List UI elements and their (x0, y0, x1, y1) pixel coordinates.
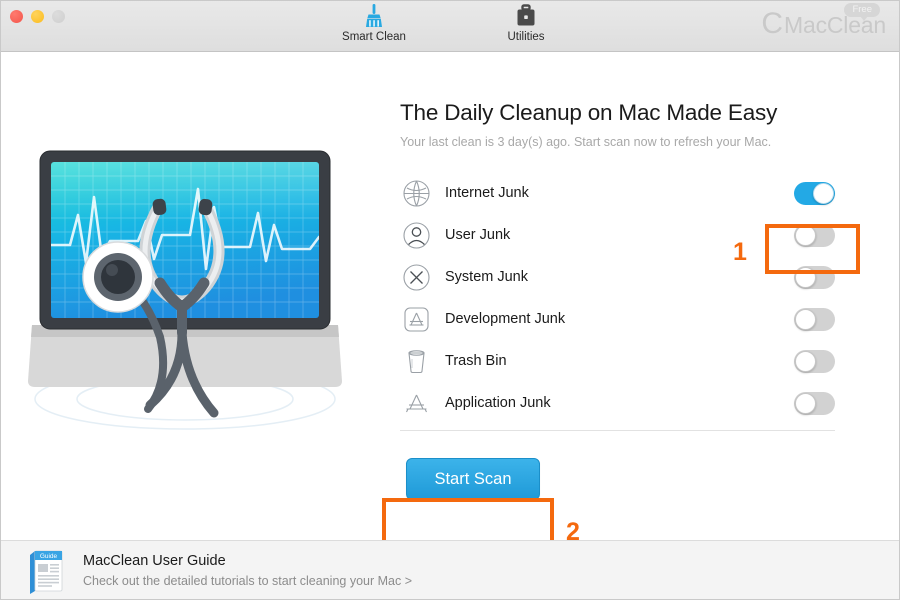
svg-text:Guide: Guide (40, 553, 58, 560)
user-junk-toggle[interactable] (794, 223, 835, 247)
user-icon (400, 220, 432, 250)
toolbar-item-label: Utilities (507, 31, 545, 43)
toggle-switch-off[interactable] (794, 223, 835, 247)
toggle-switch-off[interactable] (794, 265, 835, 289)
guide-subtitle: Check out the detailed tutorials to star… (83, 574, 412, 588)
application-junk-toggle[interactable] (794, 391, 835, 415)
toggle-switch-off[interactable] (794, 307, 835, 331)
start-scan-area: Start Scan (400, 458, 835, 500)
guide-title: MacClean User Guide (83, 553, 226, 569)
title-bar: Smart Clean Utilities C MacClean Free (0, 0, 900, 52)
trash-bin-toggle[interactable] (794, 349, 835, 373)
list-item-trash-bin[interactable]: Trash Bin (400, 340, 835, 382)
list-item-system-junk[interactable]: System Junk (400, 256, 835, 298)
internet-junk-toggle[interactable] (794, 181, 835, 205)
toggle-switch-off[interactable] (794, 391, 835, 415)
toolbar-item-utilities[interactable]: Utilities (483, 3, 569, 43)
start-scan-button[interactable]: Start Scan (406, 458, 540, 500)
toggle-knob (795, 266, 816, 288)
page-title: The Daily Cleanup on Mac Made Easy (400, 100, 778, 125)
guide-text-block: MacClean User Guide Check out the detail… (83, 553, 412, 588)
junk-category-list: Internet Junk User Junk System Junk Deve… (400, 172, 835, 424)
toggle-knob (795, 308, 816, 330)
page-subtitle: Your last clean is 3 day(s) ago. Start s… (400, 135, 772, 149)
list-item-label: Internet Junk (445, 185, 529, 201)
annotation-number-1: 1 (733, 238, 747, 266)
toggle-switch-on[interactable] (794, 181, 835, 205)
logo-c-mark: C (761, 7, 784, 40)
list-divider (400, 430, 835, 431)
toggle-knob (795, 224, 816, 246)
toggle-knob (795, 392, 816, 414)
x-circle-icon (400, 262, 432, 292)
appstore-icon (400, 388, 432, 418)
list-item-label: Application Junk (445, 395, 551, 411)
toolbar-item-label: Smart Clean (342, 31, 406, 43)
hero-illustration (10, 137, 380, 437)
list-item-internet-junk[interactable]: Internet Junk (400, 172, 835, 214)
guide-document-icon: Guide (26, 549, 66, 594)
user-guide-banner[interactable]: Guide MacClean User Guide Check out the … (0, 540, 900, 600)
toolbar-item-smart-clean[interactable]: Smart Clean (331, 3, 417, 43)
development-junk-toggle[interactable] (794, 307, 835, 331)
list-item-label: User Junk (445, 227, 511, 243)
broom-icon (361, 3, 387, 29)
list-item-label: System Junk (445, 269, 528, 285)
toggle-knob (795, 350, 816, 372)
list-item-development-junk[interactable]: Development Junk (400, 298, 835, 340)
list-item-user-junk[interactable]: User Junk (400, 214, 835, 256)
free-badge: Free (844, 3, 880, 21)
toggle-switch-off[interactable] (794, 349, 835, 373)
xcode-icon (400, 304, 432, 334)
toggle-knob (813, 182, 834, 204)
content-area: The Daily Cleanup on Mac Made Easy Your … (0, 52, 900, 569)
app-window: Smart Clean Utilities C MacClean Free Th… (0, 0, 900, 600)
system-junk-toggle[interactable] (794, 265, 835, 289)
briefcase-icon (513, 3, 539, 29)
smart-clean-panel: The Daily Cleanup on Mac Made Easy Your … (400, 52, 870, 500)
list-item-label: Trash Bin (445, 353, 507, 369)
list-item-application-junk[interactable]: Application Junk (400, 382, 835, 424)
list-item-label: Development Junk (445, 311, 566, 327)
trash-icon (400, 346, 432, 376)
globe-icon (400, 178, 432, 208)
app-logo: C MacClean Free (761, 3, 886, 40)
